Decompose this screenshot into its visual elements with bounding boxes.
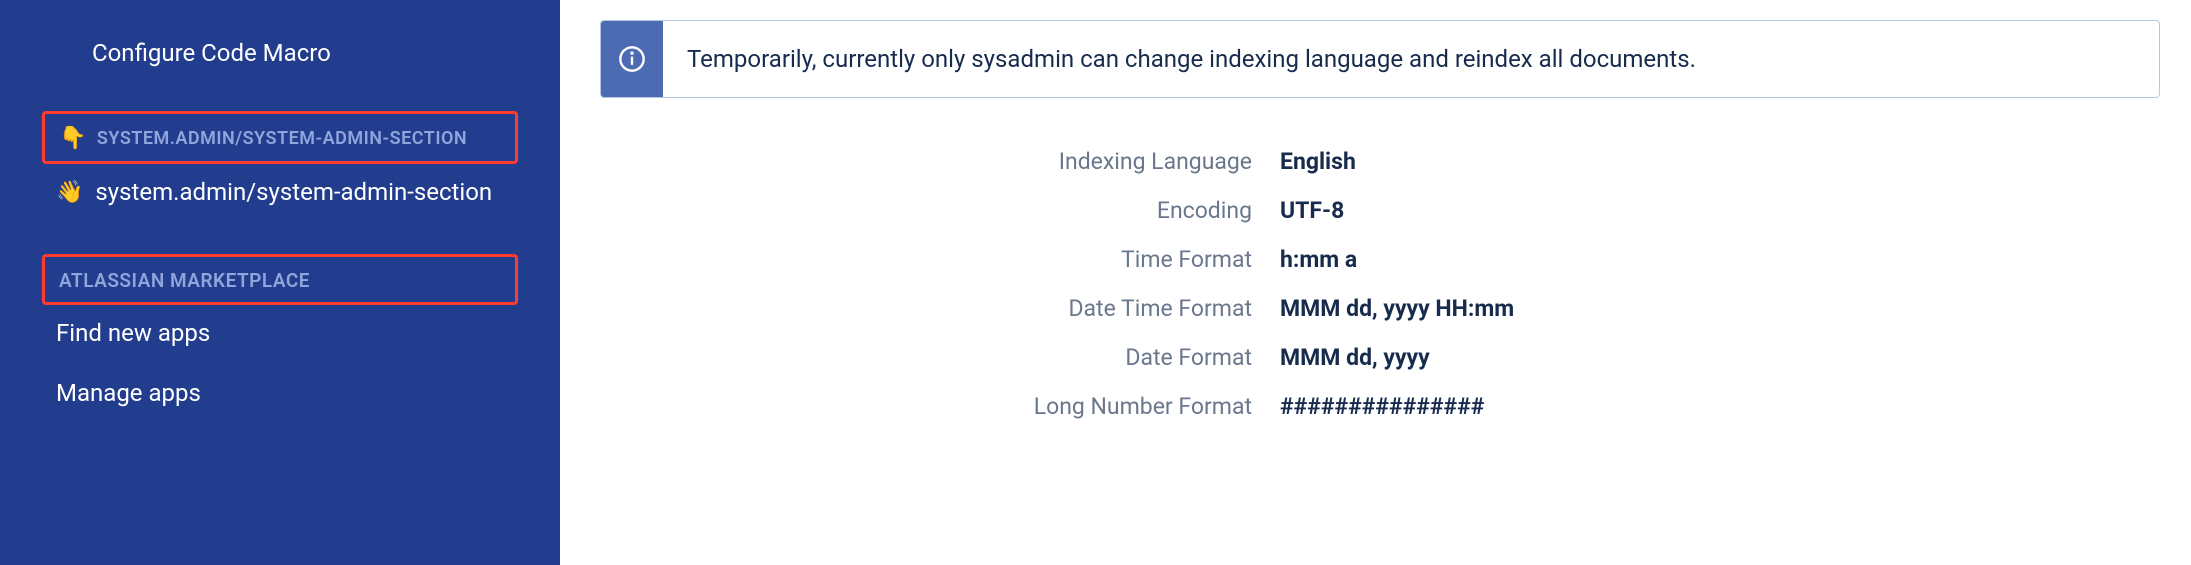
sidebar-section-header-system-admin: 👇 SYSTEM.ADMIN/SYSTEM-ADMIN-SECTION: [42, 111, 518, 164]
settings-label-encoding: Encoding: [660, 197, 1280, 224]
settings-value-encoding: UTF-8: [1280, 197, 1344, 224]
pointing-down-icon: 👇: [59, 126, 87, 151]
sidebar-item-manage-apps[interactable]: Manage apps: [42, 365, 518, 421]
info-banner-text: Temporarily, currently only sysadmin can…: [663, 21, 2159, 97]
settings-label-time-format: Time Format: [660, 246, 1280, 273]
sidebar-item-system-admin-section[interactable]: 👋 system.admin/system-admin-section: [42, 164, 518, 220]
sidebar-section-header-marketplace: ATLASSIAN MARKETPLACE: [42, 254, 518, 305]
waving-hand-icon: 👋: [56, 180, 83, 205]
sidebar-section-header-label: SYSTEM.ADMIN/SYSTEM-ADMIN-SECTION: [97, 128, 467, 149]
sidebar-item-configure-code-macro[interactable]: Configure Code Macro: [42, 25, 518, 81]
settings-table: Indexing Language English Encoding UTF-8…: [660, 148, 2191, 420]
settings-row: Encoding UTF-8: [660, 197, 2191, 224]
info-icon: [601, 21, 663, 97]
sidebar-item-find-new-apps[interactable]: Find new apps: [42, 305, 518, 361]
sidebar: Configure Code Macro 👇 SYSTEM.ADMIN/SYST…: [0, 0, 560, 565]
settings-label-date-format: Date Format: [660, 344, 1280, 371]
settings-row: Date Time Format MMM dd, yyyy HH:mm: [660, 295, 2191, 322]
settings-value-date-format: MMM dd, yyyy: [1280, 344, 1430, 371]
info-banner: Temporarily, currently only sysadmin can…: [600, 20, 2160, 98]
settings-value-long-number-format: ###############: [1280, 393, 1484, 420]
settings-label-indexing-language: Indexing Language: [660, 148, 1280, 175]
settings-value-date-time-format: MMM dd, yyyy HH:mm: [1280, 295, 1514, 322]
sidebar-item-label: system.admin/system-admin-section: [95, 178, 492, 206]
settings-value-indexing-language: English: [1280, 148, 1356, 175]
settings-value-time-format: h:mm a: [1280, 246, 1357, 273]
main-content: Temporarily, currently only sysadmin can…: [560, 0, 2191, 565]
settings-row: Long Number Format ###############: [660, 393, 2191, 420]
settings-row: Date Format MMM dd, yyyy: [660, 344, 2191, 371]
settings-row: Indexing Language English: [660, 148, 2191, 175]
settings-label-long-number-format: Long Number Format: [660, 393, 1280, 420]
settings-label-date-time-format: Date Time Format: [660, 295, 1280, 322]
settings-row: Time Format h:mm a: [660, 246, 2191, 273]
